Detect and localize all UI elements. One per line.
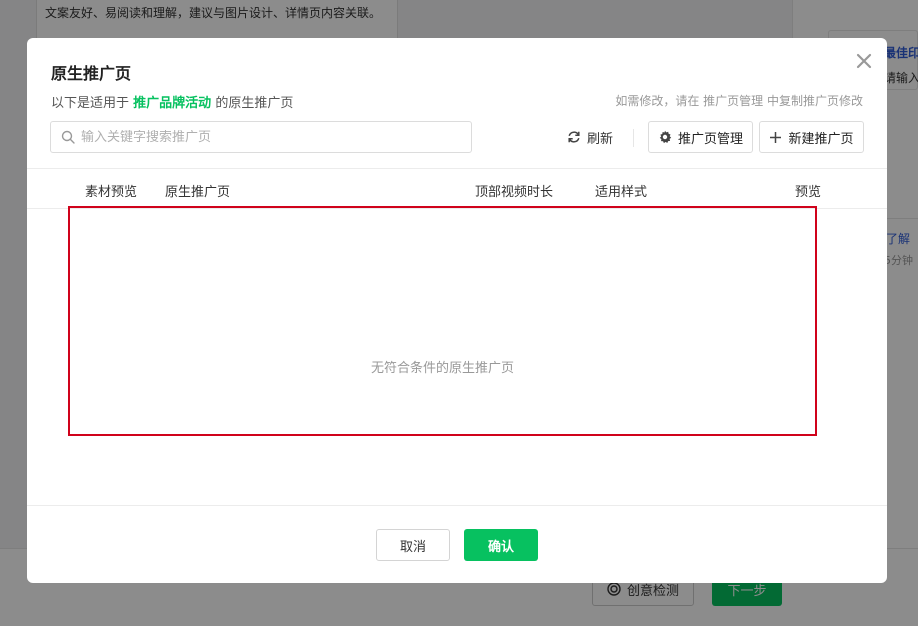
close-icon: [856, 53, 872, 69]
native-landing-page-dialog: 原生推广页 以下是适用于 推广品牌活动 的原生推广页 如需修改，请在 推广页管理…: [27, 38, 887, 583]
column-preview: 预览: [795, 185, 822, 200]
refresh-button[interactable]: 刷新: [567, 121, 613, 153]
refresh-label: 刷新: [587, 131, 614, 147]
subtitle-suffix: 的原生推广页: [215, 96, 294, 111]
dialog-subtitle: 以下是适用于 推广品牌活动 的原生推广页: [51, 92, 293, 111]
cancel-button[interactable]: 取消: [376, 529, 450, 561]
gear-icon: [659, 130, 672, 144]
new-label: 新建推广页: [788, 131, 854, 147]
subtitle-prefix: 以下是适用于: [51, 96, 130, 111]
subtitle-highlight: 推广品牌活动: [133, 96, 212, 111]
confirm-button[interactable]: 确认: [464, 529, 538, 561]
refresh-icon: [568, 131, 580, 143]
column-video-duration: 顶部视频时长: [475, 185, 554, 200]
search-box[interactable]: [50, 121, 472, 153]
plus-icon: [770, 131, 782, 143]
column-material-preview: 素材预览: [85, 185, 138, 200]
empty-result-area: 无符合条件的原生推广页: [68, 206, 817, 436]
table-header: 素材预览 原生推广页 顶部视频时长 适用样式 预览: [27, 168, 887, 209]
column-landing-page: 原生推广页: [165, 185, 231, 200]
search-input[interactable]: [81, 129, 471, 145]
dialog-title: 原生推广页: [51, 64, 132, 83]
manage-landing-pages-button[interactable]: 推广页管理: [648, 121, 753, 153]
new-landing-page-button[interactable]: 新建推广页: [759, 121, 864, 153]
dialog-tip: 如需修改，请在 推广页管理 中复制推广页修改: [615, 94, 863, 108]
dialog-footer: 取消 确认: [27, 505, 887, 583]
close-button[interactable]: [855, 52, 873, 70]
search-icon: [61, 130, 75, 144]
column-applicable-style: 适用样式: [595, 185, 648, 200]
toolbar-divider: [633, 129, 634, 147]
empty-message: 无符合条件的原生推广页: [370, 361, 514, 376]
manage-label: 推广页管理: [677, 131, 743, 147]
